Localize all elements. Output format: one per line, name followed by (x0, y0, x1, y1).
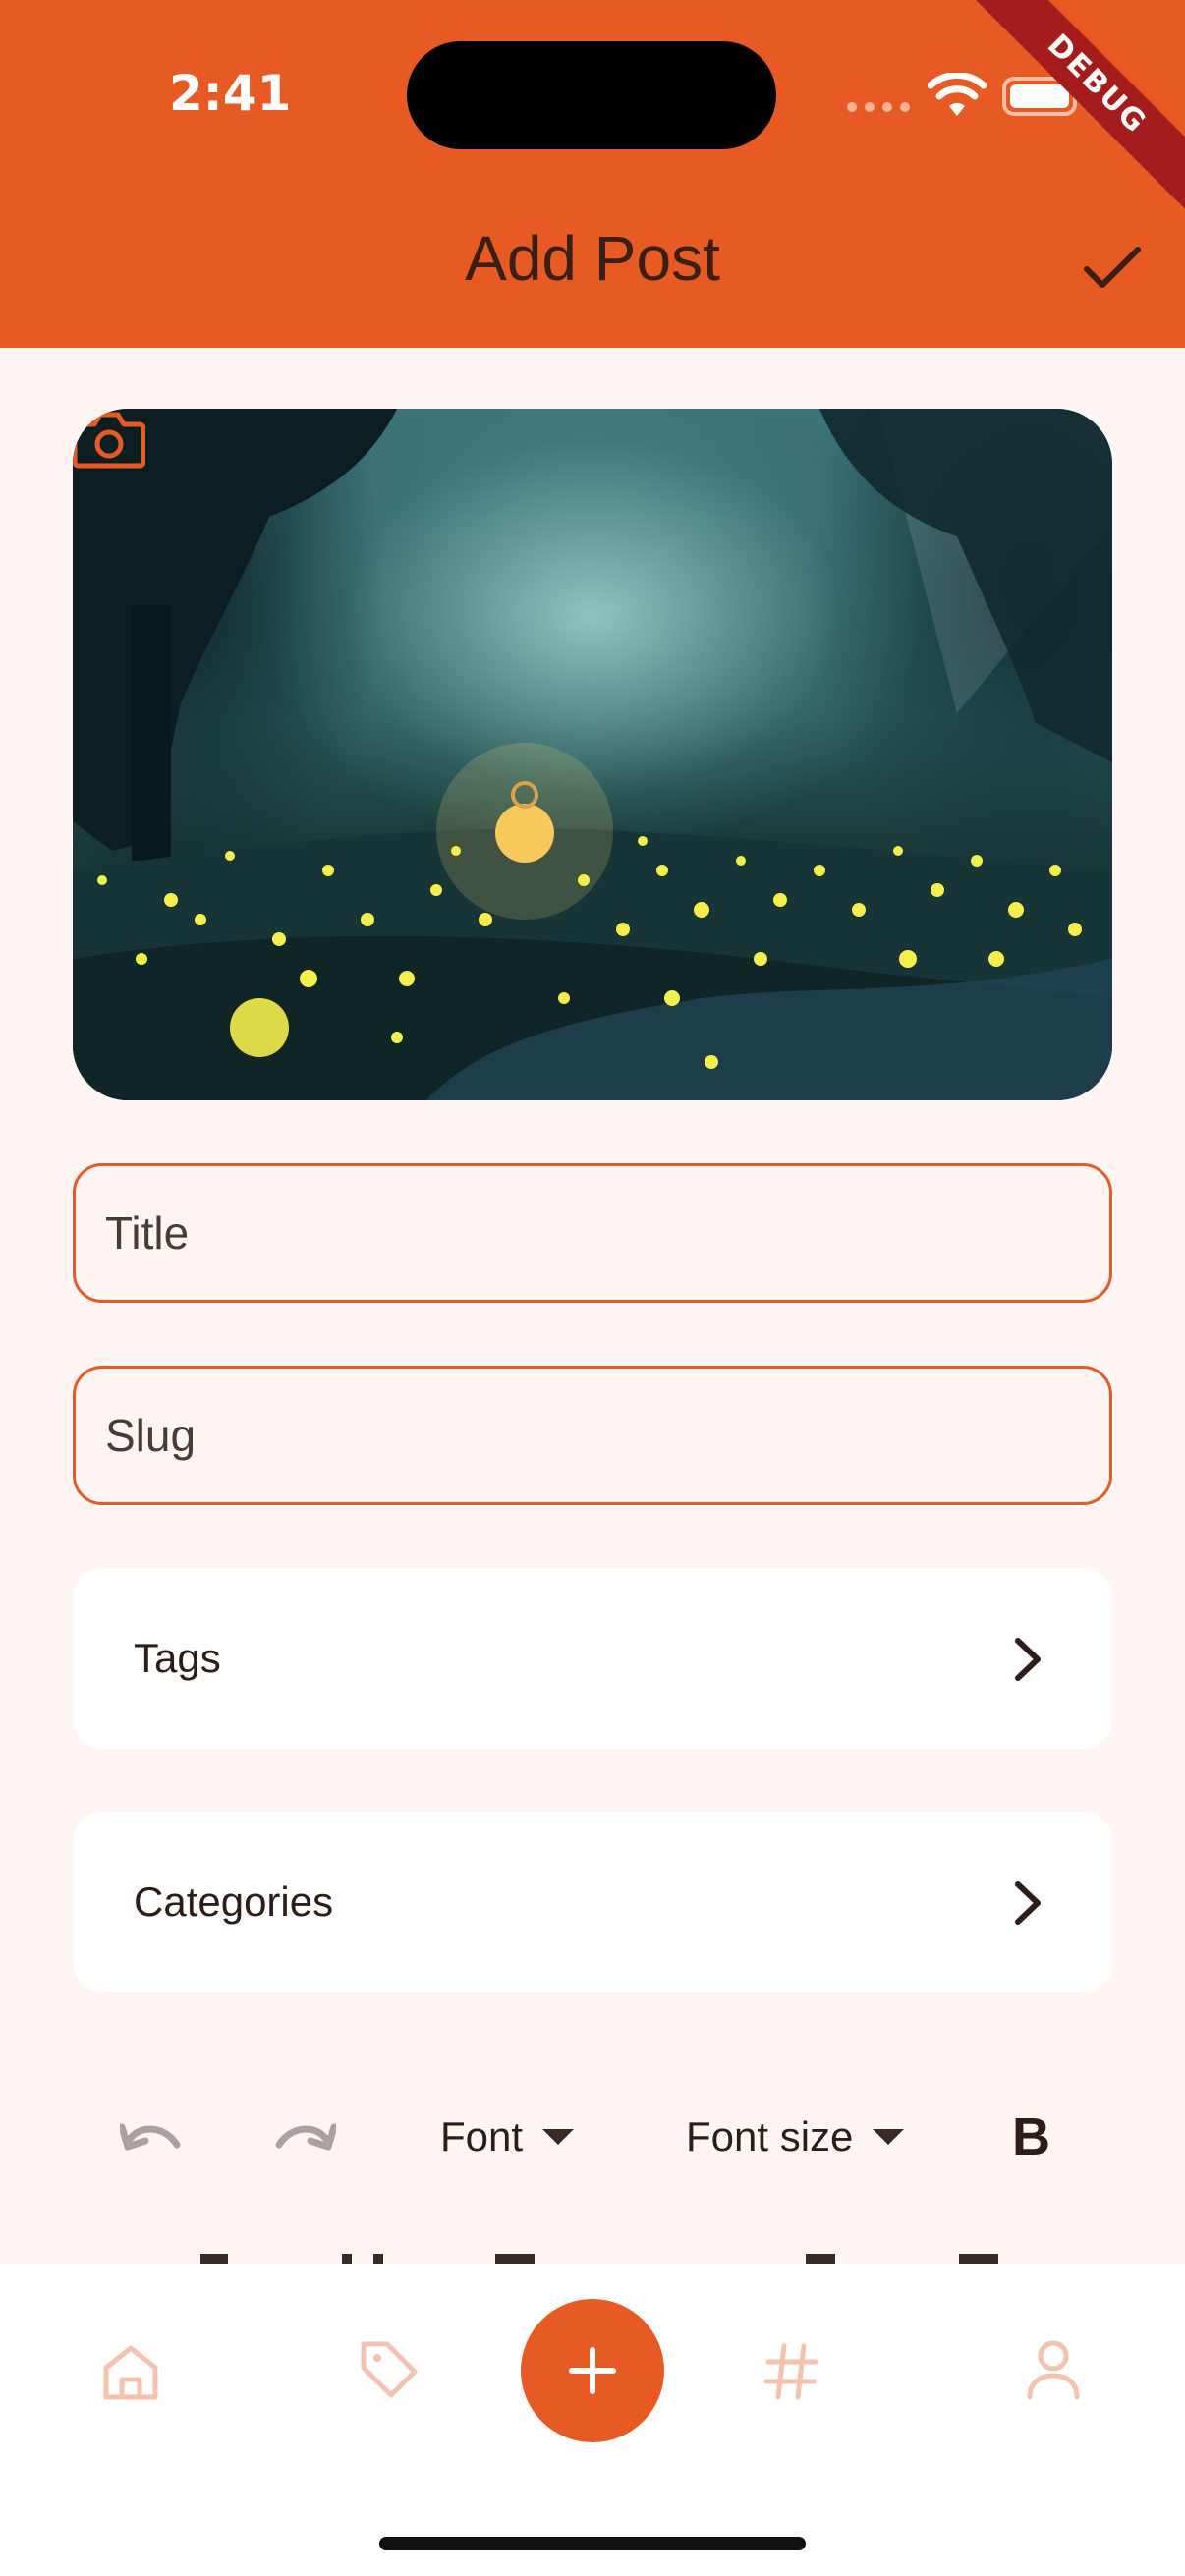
editor-toolbar: Font Font size B (0, 2093, 1185, 2181)
hashtag-icon[interactable] (764, 2342, 819, 2401)
caret-down-icon (873, 2129, 905, 2145)
undo-icon (120, 2123, 181, 2151)
dynamic-island (407, 41, 776, 149)
font-size-dropdown[interactable]: Font size (686, 2093, 905, 2181)
chevron-right-icon (1015, 1881, 1041, 1925)
title-input[interactable]: Title (73, 1163, 1112, 1303)
cover-image[interactable] (73, 409, 1112, 1100)
chevron-right-icon (1015, 1638, 1041, 1681)
slug-input[interactable]: Slug (73, 1366, 1112, 1505)
font-label: Font (440, 2113, 524, 2159)
categories-selector[interactable]: Categories (73, 1812, 1112, 1992)
home-icon[interactable] (100, 2342, 161, 2403)
bold-button[interactable]: B (1012, 2093, 1050, 2181)
home-indicator (379, 2537, 806, 2550)
forest-scene (73, 409, 1112, 1100)
redo-icon (275, 2123, 336, 2151)
signal-dots-icon (847, 102, 910, 112)
tag-icon[interactable] (358, 2338, 421, 2401)
plus-icon (569, 2347, 616, 2394)
status-time: 2:41 (169, 65, 292, 122)
font-dropdown[interactable]: Font (440, 2093, 575, 2181)
check-icon[interactable] (1081, 240, 1144, 295)
editor-toolbar-row2 (0, 2246, 1185, 2266)
page-title: Add Post (465, 223, 720, 294)
tags-label: Tags (134, 1635, 221, 1681)
app-bar: 2:41 DEBUG Add Post (0, 0, 1185, 348)
profile-icon[interactable] (1024, 2338, 1083, 2401)
font-size-label: Font size (686, 2113, 854, 2159)
caret-down-icon (542, 2129, 575, 2145)
undo-button[interactable] (120, 2093, 183, 2181)
tags-selector[interactable]: Tags (73, 1568, 1112, 1749)
redo-button[interactable] (273, 2093, 336, 2181)
wifi-icon (928, 73, 987, 116)
camera-icon[interactable] (73, 409, 145, 470)
categories-label: Categories (134, 1878, 334, 1925)
add-post-fab[interactable] (521, 2299, 664, 2442)
